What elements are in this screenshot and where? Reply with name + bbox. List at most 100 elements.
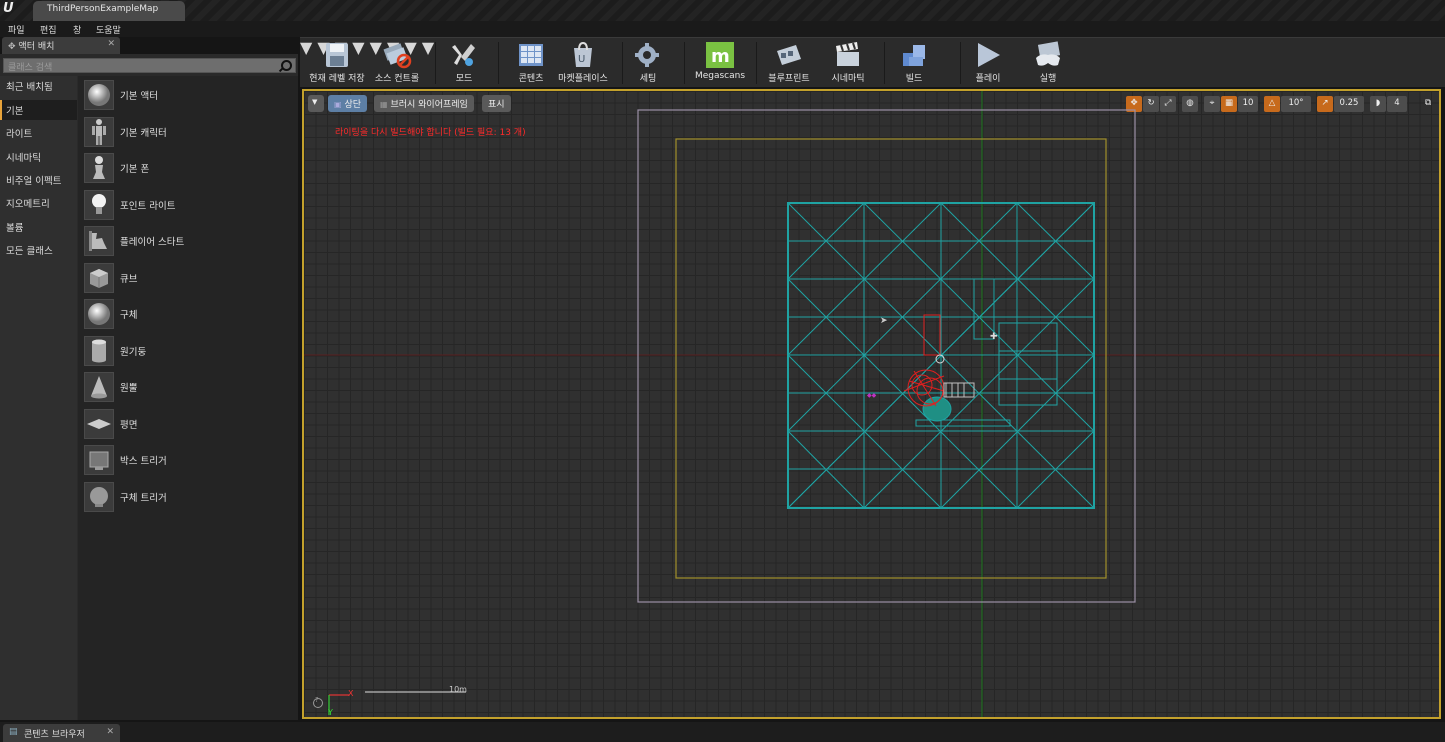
source-control-label: 소스 컨트롤	[374, 74, 420, 84]
actor-item-pawn[interactable]: 기본 폰	[82, 151, 292, 185]
actor-item-cylinder[interactable]: 원기둥	[82, 334, 292, 368]
actor-item-point-light[interactable]: 포인트 라이트	[82, 188, 292, 222]
actor-item-plane[interactable]: 평면	[82, 407, 292, 441]
content-browser-icon: ▤	[9, 727, 18, 737]
actor-item-label: 포인트 라이트	[120, 201, 176, 212]
category-all-classes[interactable]: 모든 클래스	[0, 240, 77, 260]
category-recent[interactable]: 최근 배치됨	[0, 76, 77, 96]
toolbar-separator	[435, 42, 436, 84]
actor-item-player-start[interactable]: 플레이어 스타트	[82, 224, 292, 258]
actor-item-character[interactable]: 기본 캐릭터	[82, 115, 292, 149]
actor-item-label: 기본 폰	[120, 164, 150, 175]
light-bulb-icon	[84, 190, 114, 220]
actor-item-cube[interactable]: 큐브	[82, 261, 292, 295]
play-button[interactable]: 플레이	[968, 40, 1008, 86]
category-cinematic[interactable]: 시네마틱	[0, 147, 77, 167]
actor-item-box-trigger[interactable]: 박스 트리거	[82, 443, 292, 477]
svg-text:✚: ✚	[990, 332, 998, 342]
class-search-input[interactable]: 클래스 검색	[3, 58, 296, 73]
category-list: 최근 배치됨 기본 라이트 시네마틱 비주얼 이펙트 지오메트리 볼륨 모든 클…	[0, 76, 77, 720]
actor-item-label: 큐브	[120, 274, 138, 285]
cube-icon	[84, 263, 114, 293]
actor-item-sphere-trigger[interactable]: 구체 트리거	[82, 480, 292, 514]
search-icon[interactable]	[281, 60, 292, 71]
launch-dropdown-icon[interactable]: ▼	[422, 38, 434, 57]
menu-edit[interactable]: 편집	[40, 23, 57, 36]
actor-item-empty-actor[interactable]: 기본 액터	[82, 78, 292, 112]
level-viewport[interactable]: ▼ ▣ 상단 ▦ 브러시 와이어프레임 표시 라이팅을 다시 빌드해야 합니다 …	[302, 89, 1441, 719]
axis-x-label: X	[348, 689, 354, 698]
close-icon[interactable]: ✕	[106, 727, 114, 737]
build-button[interactable]: 빌드	[894, 40, 934, 86]
actor-item-label: 원기둥	[120, 347, 147, 358]
save-icon	[322, 41, 352, 69]
build-blocks-icon	[899, 41, 929, 69]
megascans-label: Megascans	[694, 71, 746, 81]
sphere-icon	[84, 299, 114, 329]
marketplace-label: 마켓플레이스	[558, 74, 608, 84]
mannequin-icon	[84, 117, 114, 147]
svg-text:U: U	[578, 54, 585, 65]
category-volumes[interactable]: 볼륨	[0, 217, 77, 237]
actor-item-label: 플레이어 스타트	[120, 237, 185, 248]
place-actors-icon: ✥	[8, 42, 16, 52]
blueprints-label: 블루프린트	[768, 74, 810, 84]
content-label: 콘텐츠	[518, 74, 544, 84]
settings-label: 세팅	[639, 74, 657, 84]
cinematics-button[interactable]: 시네마틱	[826, 40, 870, 86]
svg-text:m: m	[711, 46, 730, 67]
source-control-icon	[382, 41, 412, 69]
actor-item-label: 기본 캐릭터	[120, 128, 167, 139]
actor-item-label: 구체	[120, 310, 138, 321]
place-actors-tab[interactable]: ✥ 액터 배치 ✕	[2, 37, 120, 54]
place-actors-panel: 클래스 검색 최근 배치됨 기본 라이트 시네마틱 비주얼 이펙트 지오메트리 …	[0, 54, 298, 720]
source-control-button[interactable]: 소스 컨트롤	[372, 40, 422, 86]
toolbar-separator	[498, 42, 499, 84]
launch-label: 실행	[1039, 74, 1057, 84]
scale-bar-label: 10m	[449, 685, 467, 694]
cinematics-label: 시네마틱	[831, 74, 865, 84]
category-geometry[interactable]: 지오메트리	[0, 193, 77, 213]
toolbar-separator	[884, 42, 885, 84]
actor-item-sphere[interactable]: 구체	[82, 297, 292, 331]
menu-window[interactable]: 창	[73, 23, 81, 36]
actor-item-cone[interactable]: 원뿔	[82, 370, 292, 404]
build-label: 빌드	[905, 74, 923, 84]
document-tab[interactable]: ThirdPersonExampleMap	[33, 1, 185, 21]
save-current-level-button[interactable]: 현재 레벨 저장	[304, 40, 370, 86]
category-visual-effects[interactable]: 비주얼 이펙트	[0, 170, 77, 190]
close-icon[interactable]: ✕	[107, 39, 115, 49]
menu-help[interactable]: 도움말	[96, 23, 121, 36]
toolbar-separator	[622, 42, 623, 84]
actor-item-label: 원뿔	[120, 383, 138, 394]
blueprints-button[interactable]: 블루프린트	[764, 40, 814, 86]
actor-item-label: 박스 트리거	[120, 456, 167, 467]
category-basic[interactable]: 기본	[0, 100, 77, 120]
category-lights[interactable]: 라이트	[0, 123, 77, 143]
box-trigger-icon	[84, 445, 114, 475]
blueprint-icon	[774, 41, 804, 69]
megascans-button[interactable]: m Megascans	[692, 40, 748, 86]
toolbar-separator	[756, 42, 757, 84]
plane-icon	[84, 409, 114, 439]
marketplace-button[interactable]: U 마켓플레이스	[554, 40, 612, 86]
launch-gamepad-icon	[1033, 41, 1063, 69]
settings-button[interactable]: 세팅	[630, 40, 666, 86]
modes-icon	[449, 41, 479, 69]
svg-text:◆◆: ◆◆	[867, 392, 877, 399]
actor-list: 기본 액터 기본 캐릭터 기본 폰 포인트 라이트 플레이어 스타트 큐브 구체	[78, 76, 298, 720]
help-icon[interactable]: ?	[315, 696, 319, 704]
cylinder-icon	[84, 336, 114, 366]
actor-item-label: 구체 트리거	[120, 493, 167, 504]
marketplace-bag-icon: U	[568, 41, 598, 69]
content-browser-tab[interactable]: ▤ 콘텐츠 브라우저 ✕	[3, 724, 120, 742]
play-icon	[973, 41, 1003, 69]
content-button[interactable]: 콘텐츠	[508, 40, 554, 86]
svg-text:➤: ➤	[880, 316, 888, 326]
modes-button[interactable]: 모드	[444, 40, 484, 86]
menu-file[interactable]: 파일	[8, 23, 25, 36]
launch-button[interactable]: 실행	[1028, 40, 1068, 86]
wireframe-scene: ◆◆ ➤ ✚	[304, 91, 1439, 717]
modes-label: 모드	[455, 74, 473, 84]
bottom-tab-bar: ▤ 콘텐츠 브라우저 ✕	[0, 722, 1445, 742]
